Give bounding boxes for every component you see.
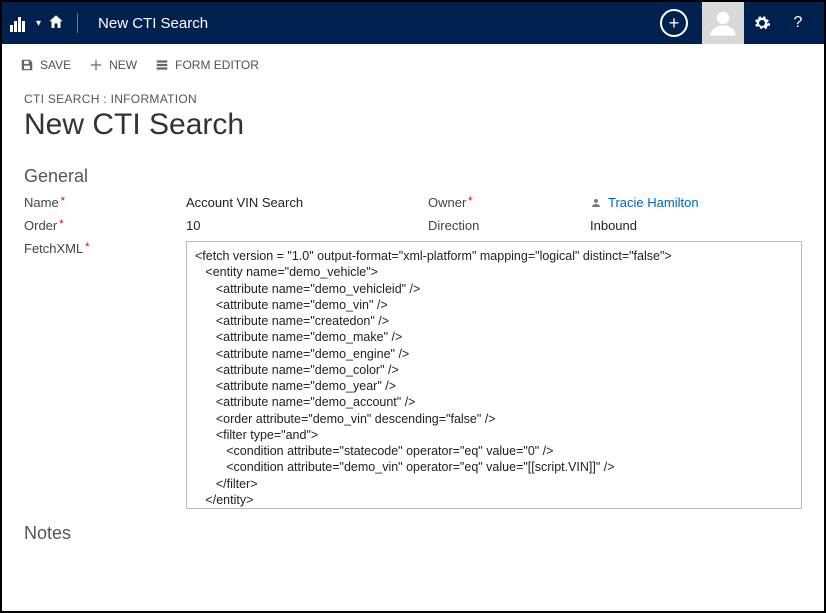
form-editor-button[interactable]: FORM EDITOR (155, 58, 259, 72)
owner-label: Owner (428, 195, 578, 210)
section-notes: Notes (24, 523, 802, 544)
name-field[interactable]: Account VIN Search (186, 195, 416, 210)
page-title: New CTI Search (98, 15, 208, 32)
gear-icon[interactable] (744, 2, 780, 44)
command-bar: SAVE NEW FORM EDITOR (2, 44, 824, 86)
new-button[interactable]: NEW (89, 58, 137, 72)
name-label: Name (24, 195, 174, 210)
help-icon[interactable]: ? (780, 2, 816, 44)
person-icon (590, 197, 602, 209)
breadcrumb: CTI SEARCH : INFORMATION (24, 92, 802, 106)
home-icon[interactable] (47, 13, 65, 34)
owner-field[interactable]: Tracie Hamilton (590, 195, 802, 210)
owner-value: Tracie Hamilton (608, 195, 699, 210)
form-editor-label: FORM EDITOR (175, 58, 259, 72)
order-field[interactable]: 10 (186, 218, 416, 233)
topbar: ▾ New CTI Search + ? (2, 2, 824, 44)
order-label: Order (24, 218, 174, 233)
avatar[interactable] (702, 2, 744, 44)
save-label: SAVE (40, 58, 71, 72)
divider (77, 13, 78, 33)
direction-label: Direction (428, 218, 578, 233)
app-logo-icon[interactable] (10, 14, 28, 32)
save-button[interactable]: SAVE (20, 58, 71, 72)
fetchxml-field[interactable]: <fetch version = "1.0" output-format="xm… (186, 241, 802, 509)
chevron-down-icon[interactable]: ▾ (36, 18, 41, 29)
section-general: General (24, 166, 802, 187)
fetchxml-label: FetchXML (24, 241, 174, 509)
add-icon[interactable]: + (660, 9, 688, 37)
new-label: NEW (109, 58, 137, 72)
record-title: New CTI Search (24, 108, 802, 142)
direction-field[interactable]: Inbound (590, 218, 802, 233)
